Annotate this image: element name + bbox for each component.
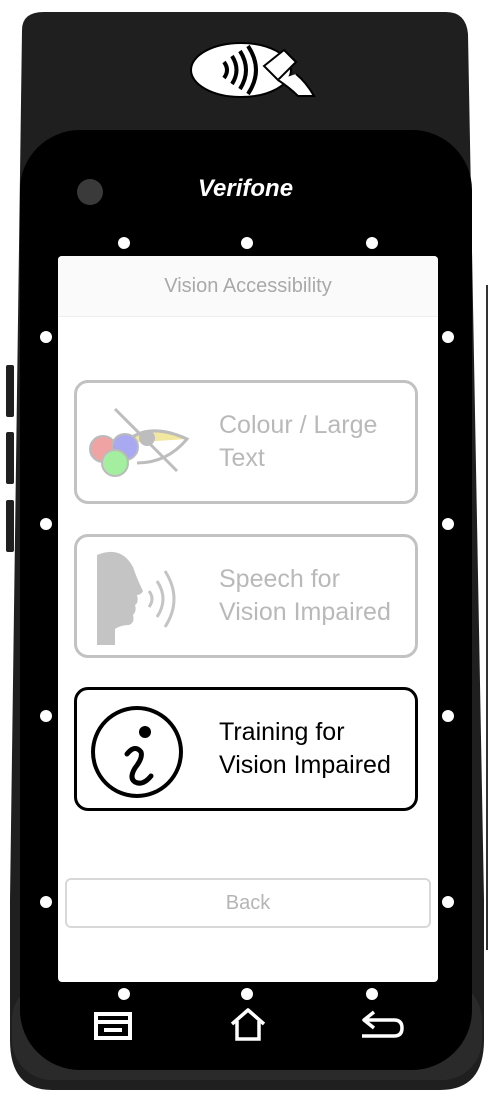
home-icon[interactable] bbox=[228, 1006, 268, 1042]
option-label: Speech for Vision Impaired bbox=[219, 565, 391, 626]
speech-option[interactable]: Speech for Vision Impaired bbox=[74, 534, 418, 658]
info-icon bbox=[91, 706, 183, 798]
payment-terminal: Verifone Vision Accessibility Colour / L… bbox=[0, 0, 491, 1095]
recent-apps-icon[interactable] bbox=[94, 1010, 134, 1042]
screen: Vision Accessibility Colour / Large Text… bbox=[58, 256, 438, 982]
page-title: Vision Accessibility bbox=[58, 256, 438, 317]
back-arrow-icon[interactable] bbox=[358, 1008, 406, 1042]
colour-large-text-icon bbox=[89, 407, 190, 477]
option-label: Training for Vision Impaired bbox=[219, 718, 391, 779]
speech-icon bbox=[97, 551, 176, 645]
option-label: Colour / Large Text bbox=[219, 411, 378, 472]
colour-large-text-option[interactable]: Colour / Large Text bbox=[74, 380, 418, 504]
training-option[interactable]: Training for Vision Impaired bbox=[74, 687, 418, 811]
back-button[interactable]: Back bbox=[65, 878, 431, 928]
